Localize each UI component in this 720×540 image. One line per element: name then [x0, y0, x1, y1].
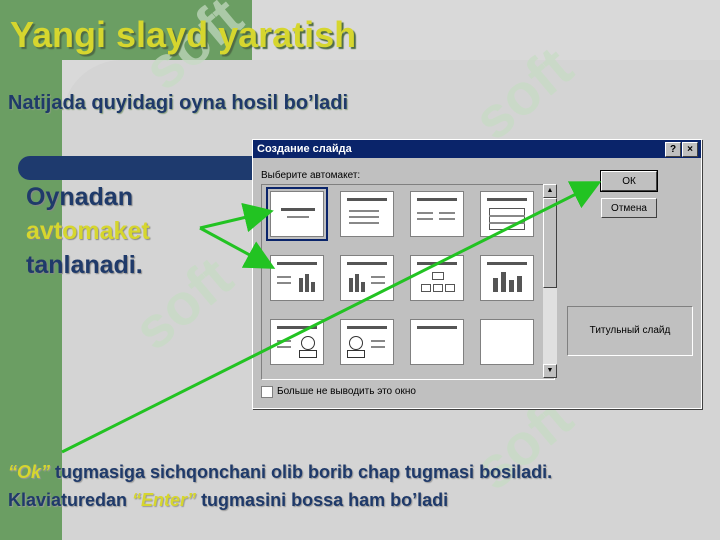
- ok-highlight: “Ok”: [8, 462, 51, 482]
- arrow-to-ok-button: [61, 181, 602, 454]
- arrow-to-second-row-layout: [199, 226, 276, 269]
- instruction-line-1: “Ok” tugmasiga sichqonchani olib borib c…: [8, 458, 552, 486]
- instruction-line-1-rest: tugmasiga sichqonchani olib borib chap t…: [50, 462, 553, 482]
- instruction-line-2: Klaviaturedan “Enter” tugmasini bossa ha…: [8, 486, 552, 514]
- enter-highlight: “Enter”: [132, 490, 197, 510]
- instruction-line-2-rest: tugmasini bossa ham bo’ladi: [196, 490, 449, 510]
- arrow-to-first-layout: [199, 202, 274, 233]
- instruction-line-2-pre: Klaviaturedan: [8, 490, 133, 510]
- instructions-text: “Ok” tugmasiga sichqonchani olib borib c…: [8, 458, 552, 514]
